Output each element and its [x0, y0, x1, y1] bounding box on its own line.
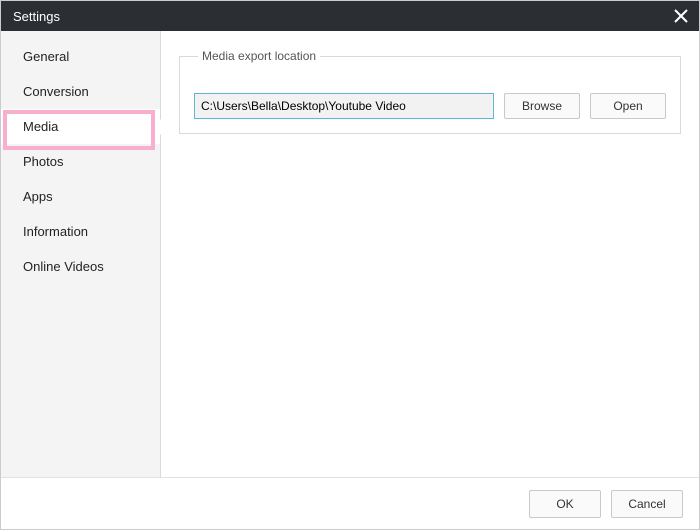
sidebar-item-label: Apps	[23, 189, 53, 204]
sidebar-item-label: Photos	[23, 154, 63, 169]
sidebar-item-media[interactable]: Media	[1, 109, 160, 144]
ok-button[interactable]: OK	[529, 490, 601, 518]
sidebar-item-general[interactable]: General	[1, 39, 160, 74]
sidebar-item-conversion[interactable]: Conversion	[1, 74, 160, 109]
sidebar-item-photos[interactable]: Photos	[1, 144, 160, 179]
cancel-button[interactable]: Cancel	[611, 490, 683, 518]
sidebar: General Conversion Media Photos Apps Inf…	[1, 31, 161, 477]
group-title: Media export location	[198, 49, 320, 63]
sidebar-item-online-videos[interactable]: Online Videos	[1, 249, 160, 284]
close-icon[interactable]	[671, 6, 691, 26]
titlebar: Settings	[1, 1, 699, 31]
sidebar-item-information[interactable]: Information	[1, 214, 160, 249]
sidebar-item-label: Online Videos	[23, 259, 104, 274]
window-title: Settings	[13, 9, 671, 24]
open-button[interactable]: Open	[590, 93, 666, 119]
browse-button[interactable]: Browse	[504, 93, 580, 119]
sidebar-item-apps[interactable]: Apps	[1, 179, 160, 214]
window-body: General Conversion Media Photos Apps Inf…	[1, 31, 699, 477]
settings-window: Settings General Conversion Media Photos…	[0, 0, 700, 530]
sidebar-item-label: Conversion	[23, 84, 89, 99]
export-row: Browse Open	[194, 93, 666, 119]
sidebar-item-label: General	[23, 49, 69, 64]
media-export-group: Media export location Browse Open	[179, 49, 681, 134]
sidebar-item-label: Information	[23, 224, 88, 239]
content-pane: Media export location Browse Open	[161, 31, 699, 477]
footer: OK Cancel	[1, 477, 699, 529]
sidebar-item-label: Media	[23, 119, 58, 134]
export-path-input[interactable]	[194, 93, 494, 119]
